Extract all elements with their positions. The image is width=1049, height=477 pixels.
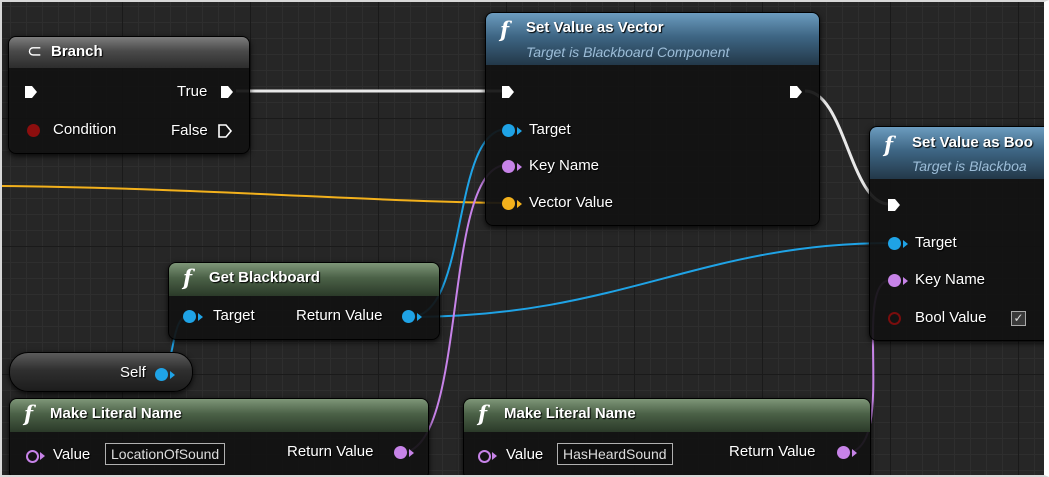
make-literal-name-node-1[interactable]: f Make Literal Name Value LocationOfSoun…: [9, 398, 429, 477]
condition-pin[interactable]: [27, 124, 40, 137]
set-bool-header: f Set Value as Boo Target is Blackboa: [870, 127, 1049, 179]
self-pin-arrow-icon: [170, 371, 175, 379]
set-bool-title: Set Value as Boo: [912, 134, 1033, 151]
branch-node[interactable]: ⊂ Branch True Condition False: [8, 36, 250, 154]
exec-in-pin[interactable]: [886, 197, 902, 213]
target-label: Target: [529, 121, 571, 138]
key-name-label: Key Name: [529, 157, 600, 174]
value-pin-arrow-icon: [492, 452, 497, 460]
exec-in-pin[interactable]: [23, 84, 39, 100]
return-value-label: Return Value: [296, 307, 383, 324]
get-blackboard-header: f Get Blackboard: [169, 263, 439, 296]
self-output-pin[interactable]: [155, 368, 168, 381]
set-vector-header: f Set Value as Vector Target is Blackboa…: [486, 13, 819, 65]
exec-out-pin[interactable]: [788, 84, 804, 100]
target-pin[interactable]: [888, 237, 901, 250]
true-exec-pin[interactable]: [219, 84, 235, 100]
target-pin[interactable]: [183, 310, 196, 323]
literal-1-title: Make Literal Name: [50, 405, 182, 422]
bool-value-label: Bool Value: [915, 309, 987, 326]
condition-label: Condition: [53, 121, 117, 138]
true-label: True: [177, 83, 208, 100]
vector-value-pin-arrow-icon: [517, 200, 522, 208]
set-bool-subtitle: Target is Blackboa: [912, 158, 1027, 174]
key-name-pin[interactable]: [502, 160, 515, 173]
false-label: False: [171, 122, 208, 139]
blueprint-graph[interactable]: ⊂ Branch True Condition False f Set Valu…: [0, 0, 1049, 477]
key-name-pin[interactable]: [888, 274, 901, 287]
value-pin-arrow-icon: [40, 452, 45, 460]
set-value-as-bool-node[interactable]: f Set Value as Boo Target is Blackboa Ta…: [869, 126, 1049, 341]
value-input-pin[interactable]: [26, 450, 39, 463]
function-icon: f: [478, 401, 488, 426]
branch-title: Branch: [51, 43, 103, 60]
self-node[interactable]: Self: [9, 352, 193, 392]
return-value-label: Return Value: [287, 443, 374, 460]
function-icon: f: [24, 401, 34, 426]
branch-icon: ⊂: [27, 41, 43, 61]
target-label: Target: [213, 307, 255, 324]
return-value-label: Return Value: [729, 443, 816, 460]
value-label: Value: [53, 446, 91, 463]
target-label: Target: [915, 234, 957, 251]
literal-2-header: f Make Literal Name: [464, 399, 870, 432]
function-icon: f: [500, 17, 510, 42]
get-blackboard-node[interactable]: f Get Blackboard Target Return Value: [168, 262, 440, 340]
bool-value-checkbox[interactable]: ✓: [1011, 311, 1026, 326]
key-name-pin-arrow-icon: [903, 277, 908, 285]
branch-node-header: ⊂ Branch: [9, 37, 249, 68]
target-pin-arrow-icon: [903, 240, 908, 248]
value-text-field[interactable]: LocationOfSound: [105, 443, 226, 465]
get-blackboard-title: Get Blackboard: [209, 269, 320, 286]
set-vector-subtitle: Target is Blackboard Component: [526, 44, 730, 60]
return-value-pin[interactable]: [837, 446, 850, 459]
value-label: Value: [506, 446, 544, 463]
function-icon: f: [884, 132, 894, 157]
return-value-pin[interactable]: [394, 446, 407, 459]
exec-in-pin[interactable]: [500, 84, 516, 100]
bool-value-pin[interactable]: [888, 312, 901, 325]
return-value-pin[interactable]: [402, 310, 415, 323]
target-pin-arrow-icon: [517, 127, 522, 135]
set-value-as-vector-node[interactable]: f Set Value as Vector Target is Blackboa…: [485, 12, 820, 226]
key-name-label: Key Name: [915, 271, 986, 288]
function-icon: f: [183, 265, 193, 290]
literal-2-title: Make Literal Name: [504, 405, 636, 422]
vector-wire: [0, 185, 508, 204]
vector-value-label: Vector Value: [529, 194, 613, 211]
return-pin-arrow-icon: [852, 449, 857, 457]
target-pin[interactable]: [502, 124, 515, 137]
self-label: Self: [120, 364, 146, 381]
vector-value-pin[interactable]: [502, 197, 515, 210]
set-vector-title: Set Value as Vector: [526, 19, 664, 36]
value-text-field[interactable]: HasHeardSound: [557, 443, 673, 465]
value-input-pin[interactable]: [478, 450, 491, 463]
key-name-pin-arrow-icon: [517, 163, 522, 171]
target-pin-arrow-icon: [198, 313, 203, 321]
literal-1-header: f Make Literal Name: [10, 399, 428, 432]
false-exec-pin[interactable]: [217, 123, 233, 139]
object-wire-to-bool-target: [409, 242, 892, 318]
return-pin-arrow-icon: [417, 313, 422, 321]
make-literal-name-node-2[interactable]: f Make Literal Name Value HasHeardSound …: [463, 398, 871, 477]
return-pin-arrow-icon: [409, 449, 414, 457]
